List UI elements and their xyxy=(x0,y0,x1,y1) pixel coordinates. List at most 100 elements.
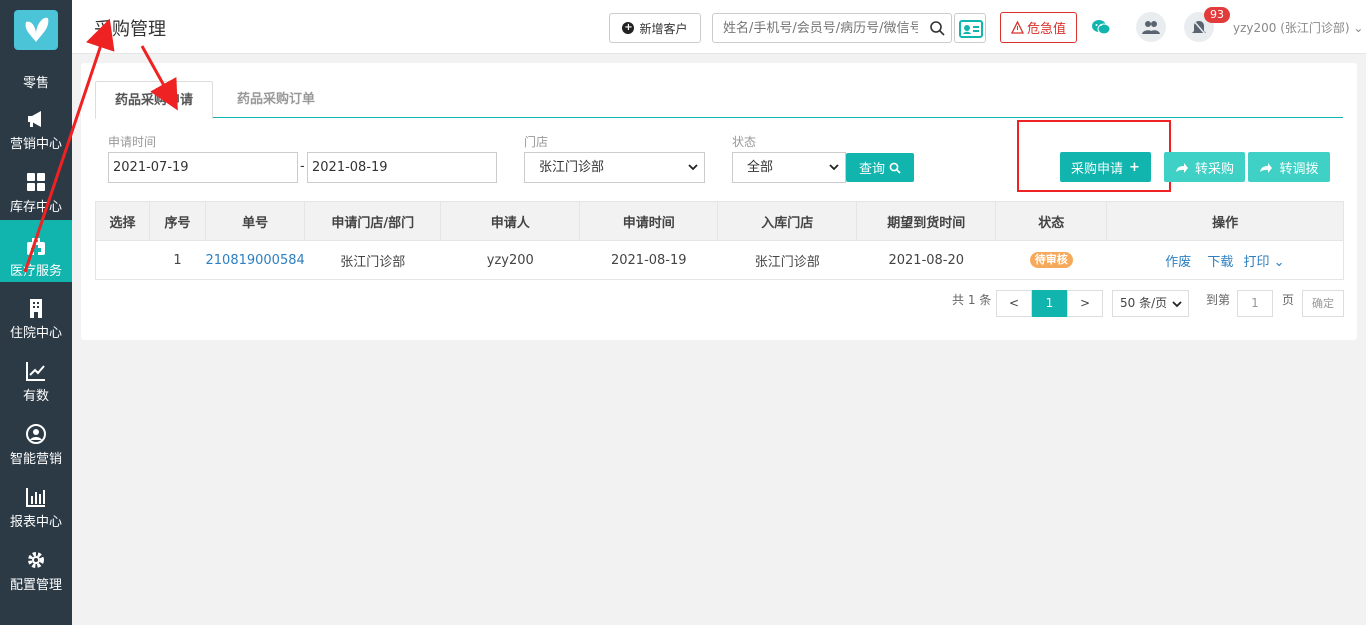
date-from-input[interactable]: 2021-07-19 xyxy=(108,152,298,183)
team-button[interactable] xyxy=(1136,12,1166,42)
search-box xyxy=(712,13,952,43)
date-label: 申请时间 xyxy=(108,135,157,149)
megaphone-icon xyxy=(28,111,41,127)
store-select[interactable]: 张江门诊部 xyxy=(524,152,705,183)
sidebar: 零售 营销中心 库存中心 医疗服务 住院中心 有数 智能营销 报表中心 配置管理 xyxy=(0,0,72,625)
void-link[interactable]: 作废 xyxy=(1165,255,1191,270)
store-label: 门店 xyxy=(524,135,549,149)
tab-bar: 药品采购申请 药品采购订单 xyxy=(95,81,1343,119)
total-count: 共 1 条 xyxy=(952,293,992,307)
purchase-apply-button[interactable]: 采购申请 + xyxy=(1060,152,1151,182)
sidebar-item-reports[interactable]: 报表中心 xyxy=(0,482,72,544)
chevron-down-icon: ⌄ xyxy=(1353,21,1364,35)
goto-label: 到第 xyxy=(1206,293,1231,307)
column-header: 申请时间 xyxy=(579,201,719,241)
page-title: 采购管理 xyxy=(94,19,166,40)
chevron-down-icon xyxy=(1172,301,1182,308)
column-header: 序号 xyxy=(149,201,206,241)
query-button[interactable]: 查询 xyxy=(846,153,914,182)
page-unit-label: 页 xyxy=(1282,293,1295,307)
main-panel: 药品采购申请 药品采购订单 申请时间 2021-07-19 - 2021-08-… xyxy=(81,63,1357,340)
wechat-icon[interactable] xyxy=(1091,19,1111,35)
plus-icon: + xyxy=(1129,159,1140,175)
column-header: 选择 xyxy=(95,201,150,241)
sidebar-item-label: 有数 xyxy=(22,389,49,404)
sidebar-item-label: 智能营销 xyxy=(9,452,62,467)
row-store: 张江门诊部 xyxy=(717,240,857,280)
chevron-down-icon xyxy=(688,164,698,171)
order-number-link[interactable]: 210819000584 xyxy=(206,253,305,268)
add-customer-label: 新增客户 xyxy=(639,21,688,36)
id-card-button[interactable] xyxy=(954,13,986,43)
people-icon xyxy=(26,424,46,444)
sidebar-item-label: 住院中心 xyxy=(9,326,62,341)
sidebar-item-data[interactable]: 有数 xyxy=(0,356,72,418)
share-arrow-icon xyxy=(1260,163,1273,173)
goto-page-input[interactable]: 1 xyxy=(1237,290,1273,317)
butterfly-logo-icon[interactable] xyxy=(14,10,58,50)
row-apply-time: 2021-08-19 xyxy=(579,240,718,280)
store-value: 张江门诊部 xyxy=(539,160,605,175)
to-transfer-label: 转调拨 xyxy=(1279,161,1319,177)
search-input[interactable] xyxy=(713,14,918,42)
grid-icon xyxy=(27,173,45,191)
page-size-value: 50 条/页 xyxy=(1120,296,1168,310)
sidebar-item-marketing[interactable]: 营销中心 xyxy=(0,104,72,166)
status-select[interactable]: 全部 xyxy=(732,152,846,183)
column-header: 期望到货时间 xyxy=(856,201,997,241)
date-separator: - xyxy=(300,159,305,174)
next-page-button[interactable]: > xyxy=(1067,290,1103,317)
tab-purchase-request[interactable]: 药品采购申请 xyxy=(95,81,213,119)
sidebar-item-label: 报表中心 xyxy=(9,515,62,530)
sidebar-item-medical[interactable]: 医疗服务 xyxy=(0,220,72,282)
column-header: 操作 xyxy=(1106,201,1344,241)
user-menu[interactable]: yzy200 (张江门诊部) ⌄ xyxy=(1233,19,1363,36)
sidebar-item-smart-marketing[interactable]: 智能营销 xyxy=(0,419,72,481)
share-arrow-icon xyxy=(1175,163,1188,173)
warning-icon xyxy=(1010,21,1024,34)
download-link[interactable]: 下载 xyxy=(1207,255,1233,270)
row-expected-time: 2021-08-20 xyxy=(856,240,996,280)
purchase-request-table: 选择 序号 单号 申请门店/部门 申请人 申请时间 入库门店 期望到货时间 状态… xyxy=(95,201,1344,280)
critical-value-button[interactable]: 危急值 xyxy=(1000,12,1077,43)
line-chart-icon xyxy=(26,362,45,381)
chevron-down-icon xyxy=(829,164,839,171)
column-header: 申请人 xyxy=(440,201,581,241)
to-purchase-button[interactable]: 转采购 xyxy=(1164,152,1245,182)
sidebar-item-label: 配置管理 xyxy=(9,578,62,593)
bar-chart-icon xyxy=(26,488,45,507)
date-to-input[interactable]: 2021-08-19 xyxy=(307,152,497,183)
print-dropdown[interactable]: 打印 ⌄ xyxy=(1244,255,1285,270)
table-row[interactable]: 1 210819000584 张江门诊部 yzy200 2021-08-19 张… xyxy=(95,240,1344,280)
to-purchase-label: 转采购 xyxy=(1194,161,1234,177)
purchase-apply-label: 采购申请 xyxy=(1071,161,1124,177)
sidebar-item-inpatient[interactable]: 住院中心 xyxy=(0,293,72,355)
to-transfer-button[interactable]: 转调拨 xyxy=(1248,152,1330,182)
critical-value-label: 危急值 xyxy=(1026,22,1066,37)
page-1-button[interactable]: 1 xyxy=(1032,290,1067,317)
page-size-select[interactable]: 50 条/页 xyxy=(1112,290,1189,317)
status-label: 状态 xyxy=(732,135,757,149)
team-icon xyxy=(1142,21,1160,34)
gear-icon xyxy=(28,552,44,568)
sidebar-item-label: 营销中心 xyxy=(9,137,62,152)
top-bar: 采购管理 + 新增客户 危急值 93 yzy200 (张江门诊部) ⌄ xyxy=(72,0,1366,54)
row-dept: 张江门诊部 xyxy=(304,240,441,280)
id-card-icon xyxy=(959,20,983,38)
chevron-down-icon: ⌄ xyxy=(1273,254,1285,270)
sidebar-item-label: 零售 xyxy=(22,76,49,91)
sidebar-item-label: 库存中心 xyxy=(9,200,62,215)
search-icon xyxy=(889,162,901,174)
add-customer-button[interactable]: + 新增客户 xyxy=(609,13,701,43)
row-index: 1 xyxy=(149,240,206,280)
tab-purchase-order[interactable]: 药品采购订单 xyxy=(235,81,317,118)
status-value: 全部 xyxy=(747,160,774,175)
prev-page-button[interactable]: < xyxy=(996,290,1032,317)
sidebar-item-config[interactable]: 配置管理 xyxy=(0,545,72,607)
row-select[interactable] xyxy=(95,240,150,280)
column-header: 单号 xyxy=(205,201,306,241)
confirm-page-button[interactable]: 确定 xyxy=(1302,290,1344,317)
bell-off-icon xyxy=(1192,19,1206,35)
sidebar-item-label: 医疗服务 xyxy=(9,264,62,279)
search-icon[interactable] xyxy=(929,20,945,36)
